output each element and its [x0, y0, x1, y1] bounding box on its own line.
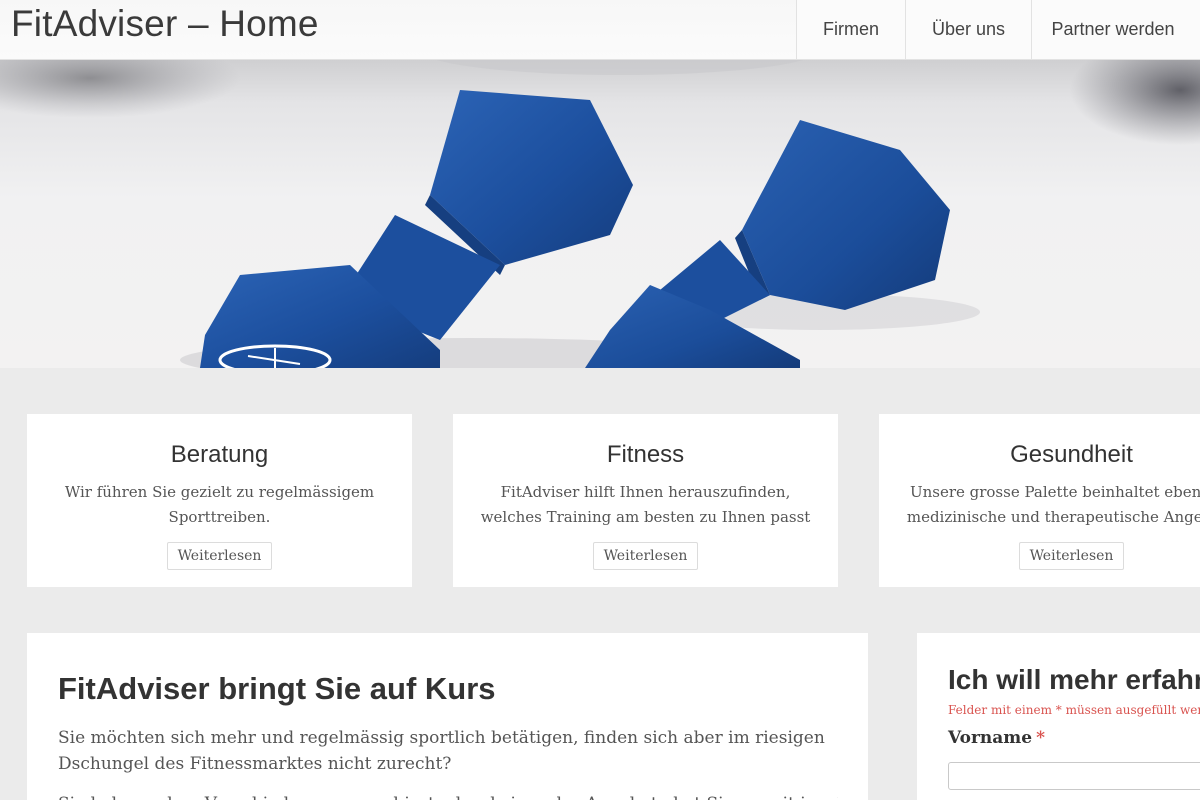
feature-card-beratung: Beratung Wir führen Sie gezielt zu regel…	[27, 414, 412, 587]
main-nav: Firmen Über uns Partner werden	[796, 0, 1200, 59]
hero-banner	[0, 60, 1200, 368]
read-more-button[interactable]: Weiterlesen	[1019, 542, 1124, 570]
site-title[interactable]: FitAdviser – Home	[11, 3, 319, 45]
intro-line: Sie möchten sich mehr und regelmässig sp…	[58, 728, 825, 748]
card-title: Beratung	[170, 441, 269, 468]
required-fields-note: Felder mit einem * müssen ausgefüllt wer…	[948, 703, 1200, 717]
card-text-line: welches Training am besten zu Ihnen pass…	[480, 508, 811, 526]
feature-card-fitness: Fitness FitAdviser hilft Ihnen herauszuf…	[453, 414, 838, 587]
card-text-line: Unsere grosse Palette beinhaltet ebenfal…	[909, 483, 1200, 501]
contact-form-panel: Ich will mehr erfahren Felder mit einem …	[917, 633, 1200, 800]
feature-card-gesundheit: Gesundheit Unsere grosse Palette beinhal…	[879, 414, 1200, 587]
read-more-button[interactable]: Weiterlesen	[167, 542, 272, 570]
vorname-input[interactable]	[948, 762, 1200, 790]
card-text: FitAdviser hilft Ihnen herauszufinden, w…	[473, 480, 818, 530]
vorname-label-text: Vorname	[948, 728, 1033, 748]
card-title: Gesundheit	[1010, 441, 1133, 468]
card-text-line: FitAdviser hilft Ihnen herauszufinden,	[500, 483, 791, 501]
dumbbell-left	[200, 90, 633, 368]
main-content: FitAdviser bringt Sie auf Kurs Sie möcht…	[27, 633, 868, 800]
nav-item-firmen[interactable]: Firmen	[796, 0, 905, 59]
dumbbell-right	[585, 120, 950, 368]
main-heading: FitAdviser bringt Sie auf Kurs	[58, 671, 496, 706]
intro-line: Dschungel des Fitnessmarktes nicht zurec…	[58, 754, 452, 774]
card-text: Unsere grosse Palette beinhaltet ebenfal…	[899, 480, 1200, 530]
site-header: FitAdviser – Home Firmen Über uns Partne…	[0, 0, 1200, 60]
intro-paragraph: Sie möchten sich mehr und regelmässig sp…	[58, 725, 825, 777]
required-asterisk: *	[1036, 728, 1045, 748]
card-text-line: Sporttreiben.	[168, 508, 271, 526]
card-text: Wir führen Sie gezielt zu regelmässigem …	[47, 480, 392, 530]
card-text-line: medizinische und therapeutische Angebote	[906, 508, 1200, 526]
card-text-line: Wir führen Sie gezielt zu regelmässigem	[64, 483, 375, 501]
form-heading: Ich will mehr erfahren	[948, 664, 1200, 695]
card-title: Fitness	[606, 441, 685, 468]
read-more-button[interactable]: Weiterlesen	[593, 542, 698, 570]
nav-item-partner-werden[interactable]: Partner werden	[1031, 0, 1200, 59]
second-paragraph: Sie haben schon Verschiedenes ausprobier…	[58, 791, 838, 800]
nav-item-ueber-uns[interactable]: Über uns	[905, 0, 1031, 59]
vorname-label: Vorname *	[948, 728, 1045, 748]
hero-dumbbells-image	[0, 60, 1200, 368]
